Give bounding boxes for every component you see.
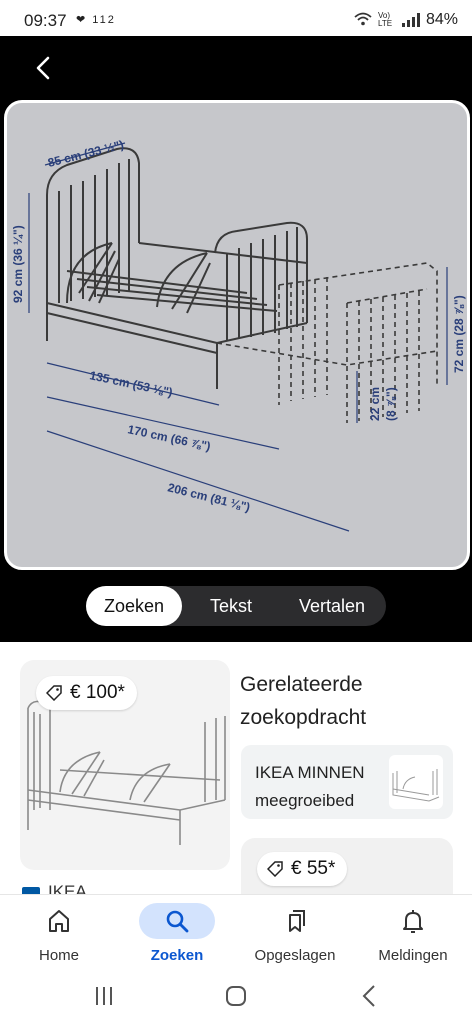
ikea-logo-icon: [22, 887, 40, 894]
home-icon: [49, 910, 69, 932]
price-badge-2: € 55*: [257, 852, 348, 886]
nav-home-label: Home: [38, 947, 79, 964]
dim-length-206: 206 cm (81 ⅛"): [166, 480, 251, 514]
dim-width-top: 85 cm (33 ½"): [46, 138, 125, 170]
system-navigation: [0, 970, 472, 1024]
bookmarks-icon: [289, 910, 305, 932]
search-icon: [166, 910, 189, 933]
results-sheet: € 100* IKEA Gerelateerde zoekopdracht IK…: [0, 642, 472, 894]
mode-selector: Zoeken Tekst Vertalen: [86, 586, 386, 626]
bell-icon: [403, 910, 423, 933]
result-card[interactable]: € 100*: [20, 660, 230, 870]
nav-zoeken[interactable]: Zoeken: [127, 895, 227, 971]
nav-opgeslagen-label: Opgeslagen: [254, 947, 336, 964]
related-search-label: IKEA MINNEN meegroeibed: [255, 763, 365, 810]
related-searches-title: Gerelateerde zoekopdracht: [240, 673, 367, 729]
notification-icons: ❤ 112: [76, 14, 116, 26]
nav-zoeken-label: Zoeken: [150, 947, 204, 964]
nav-opgeslagen[interactable]: Opgeslagen: [245, 895, 345, 971]
dim-height-72: 72 cm (28 ⅞"): [452, 295, 466, 373]
source-name: IKEA: [48, 882, 87, 894]
tab-vertalen[interactable]: Vertalen: [282, 586, 382, 626]
nav-meldingen-label: Meldingen: [378, 947, 448, 964]
price-value-2: € 55*: [291, 858, 336, 879]
status-time: 09:37: [24, 11, 67, 30]
related-bed-image: [392, 769, 440, 802]
home-button-icon[interactable]: [222, 984, 250, 1008]
price-tag-icon: [46, 685, 62, 701]
network-label: Vo) LTE: [377, 11, 393, 28]
result-source: IKEA: [22, 882, 87, 894]
captured-image[interactable]: 85 cm (33 ½") 92 cm (36 ¼") 135 cm (53 ⅛…: [4, 100, 470, 570]
back-button-icon[interactable]: [356, 984, 384, 1008]
nav-meldingen[interactable]: Meldingen: [363, 895, 463, 971]
status-bar: 09:37 ❤ 112 Vo) LTE 84%: [0, 0, 472, 36]
dim-leg-22-in: (8 ⅞"): [384, 387, 398, 421]
related-search-thumbnail: [389, 755, 443, 809]
dim-length-135: 135 cm (53 ⅛"): [88, 368, 173, 399]
bottom-navigation: Home Zoeken Opgeslagen Meldingen: [0, 894, 472, 970]
bed-dimension-drawing: 85 cm (33 ½") 92 cm (36 ¼") 135 cm (53 ⅛…: [11, 138, 466, 532]
price-badge: € 100*: [36, 676, 137, 710]
price-tag-icon-2: [267, 861, 283, 877]
signal-icon: [401, 13, 420, 27]
dim-length-170: 170 cm (66 ⅞"): [126, 422, 211, 453]
price-value: € 100*: [70, 682, 125, 703]
lens-header: [0, 36, 472, 100]
tab-tekst[interactable]: Tekst: [186, 586, 276, 626]
dim-leg-22: 22 cm: [368, 387, 382, 421]
recent-apps-icon[interactable]: [90, 984, 118, 1008]
status-right: Vo) LTE 84%: [354, 11, 458, 29]
nav-home[interactable]: Home: [9, 895, 109, 971]
google-lens-screen: 09:37 ❤ 112 Vo) LTE 84% 85 cm (33 ½") 92…: [0, 0, 472, 1024]
tab-zoeken[interactable]: Zoeken: [86, 586, 182, 626]
mode-bar: Zoeken Tekst Vertalen: [0, 570, 472, 642]
dim-height-left: 92 cm (36 ¼"): [11, 225, 25, 303]
related-search-chip[interactable]: IKEA MINNEN meegroeibed: [241, 745, 453, 819]
result-card-2[interactable]: € 55*: [241, 838, 453, 894]
battery-level: 84%: [425, 11, 458, 28]
back-arrow-icon[interactable]: [30, 54, 58, 82]
wifi-icon: [354, 12, 372, 29]
